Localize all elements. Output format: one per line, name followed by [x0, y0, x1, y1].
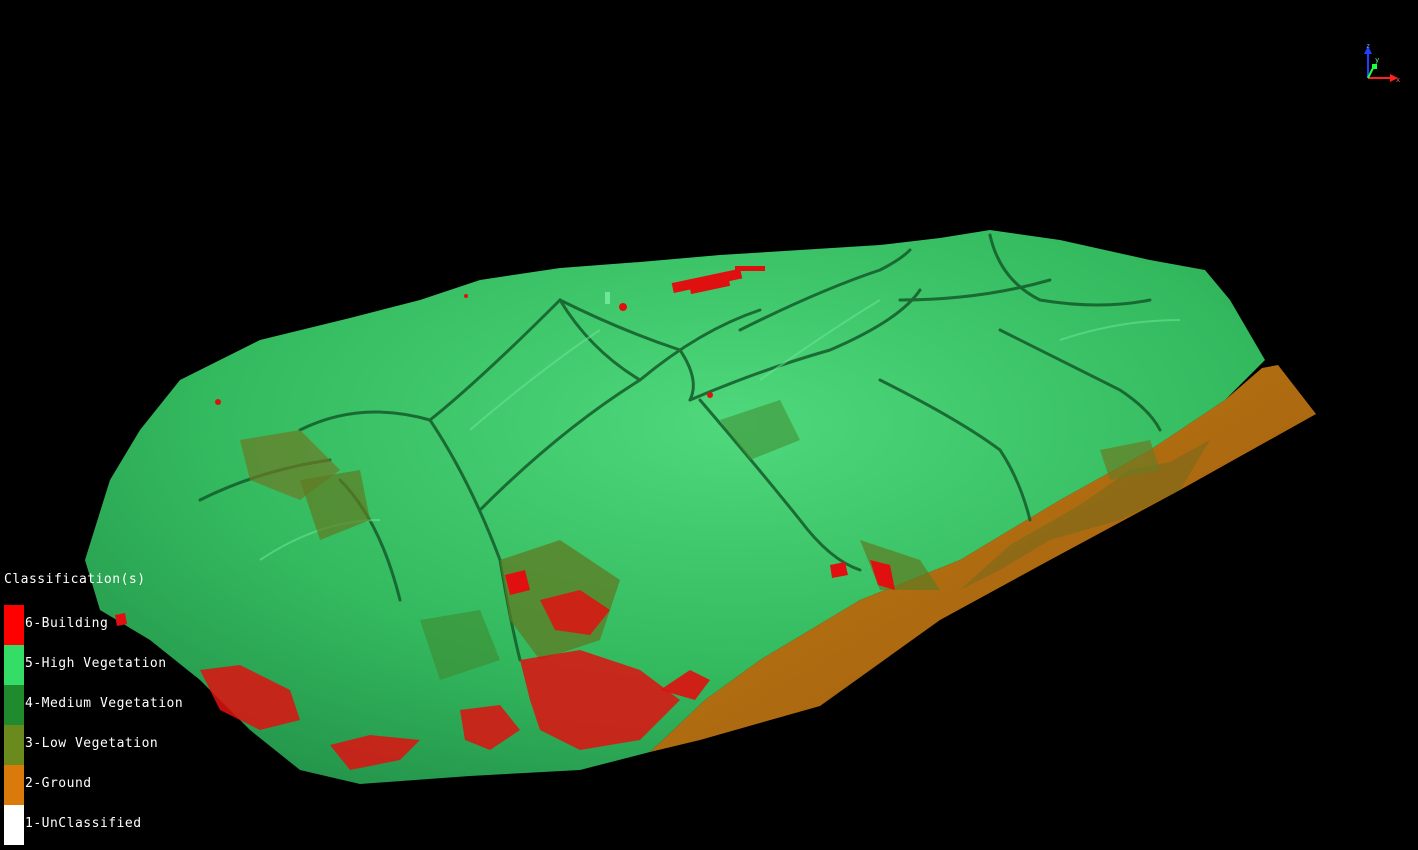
legend-label-low-vegetation: 3-Low Vegetation: [25, 736, 159, 751]
axis-gizmo: z y x: [1364, 42, 1400, 84]
legend-title: Classification(s): [4, 572, 146, 587]
unclassified-color-swatch: [4, 805, 24, 845]
medium-vegetation-color-swatch: [4, 685, 24, 725]
legend-item-medium-vegetation[interactable]: 4-Medium Vegetation: [0, 685, 240, 725]
legend-label-unclassified: 1-UnClassified: [25, 816, 142, 831]
legend-item-high-vegetation[interactable]: 5-High Vegetation: [0, 645, 240, 685]
y-axis-label: y: [1375, 56, 1379, 64]
x-axis-label: x: [1396, 76, 1400, 84]
legend-label-building: 6-Building: [25, 616, 109, 631]
legend-label-ground: 2-Ground: [25, 776, 92, 791]
high-vegetation-color-swatch: [4, 645, 24, 685]
y-axis-arrow: [1372, 64, 1377, 69]
legend-label-medium-vegetation: 4-Medium Vegetation: [25, 696, 184, 711]
classification-legend: Classification(s) 6-Building 5-High Vege…: [0, 566, 240, 850]
misc-structures: [605, 292, 610, 304]
ground-color-swatch: [4, 765, 24, 805]
low-vegetation-color-swatch: [4, 725, 24, 765]
legend-label-high-vegetation: 5-High Vegetation: [25, 656, 167, 671]
building-color-swatch: [4, 605, 24, 645]
z-axis-label: z: [1366, 42, 1370, 50]
legend-item-unclassified[interactable]: 1-UnClassified: [0, 805, 240, 845]
point-cloud-viewport[interactable]: z y x Classification(s) 6-Building 5-Hig…: [0, 0, 1418, 850]
legend-item-building[interactable]: 6-Building: [0, 605, 240, 645]
legend-item-ground[interactable]: 2-Ground: [0, 765, 240, 805]
legend-item-low-vegetation[interactable]: 3-Low Vegetation: [0, 725, 240, 765]
